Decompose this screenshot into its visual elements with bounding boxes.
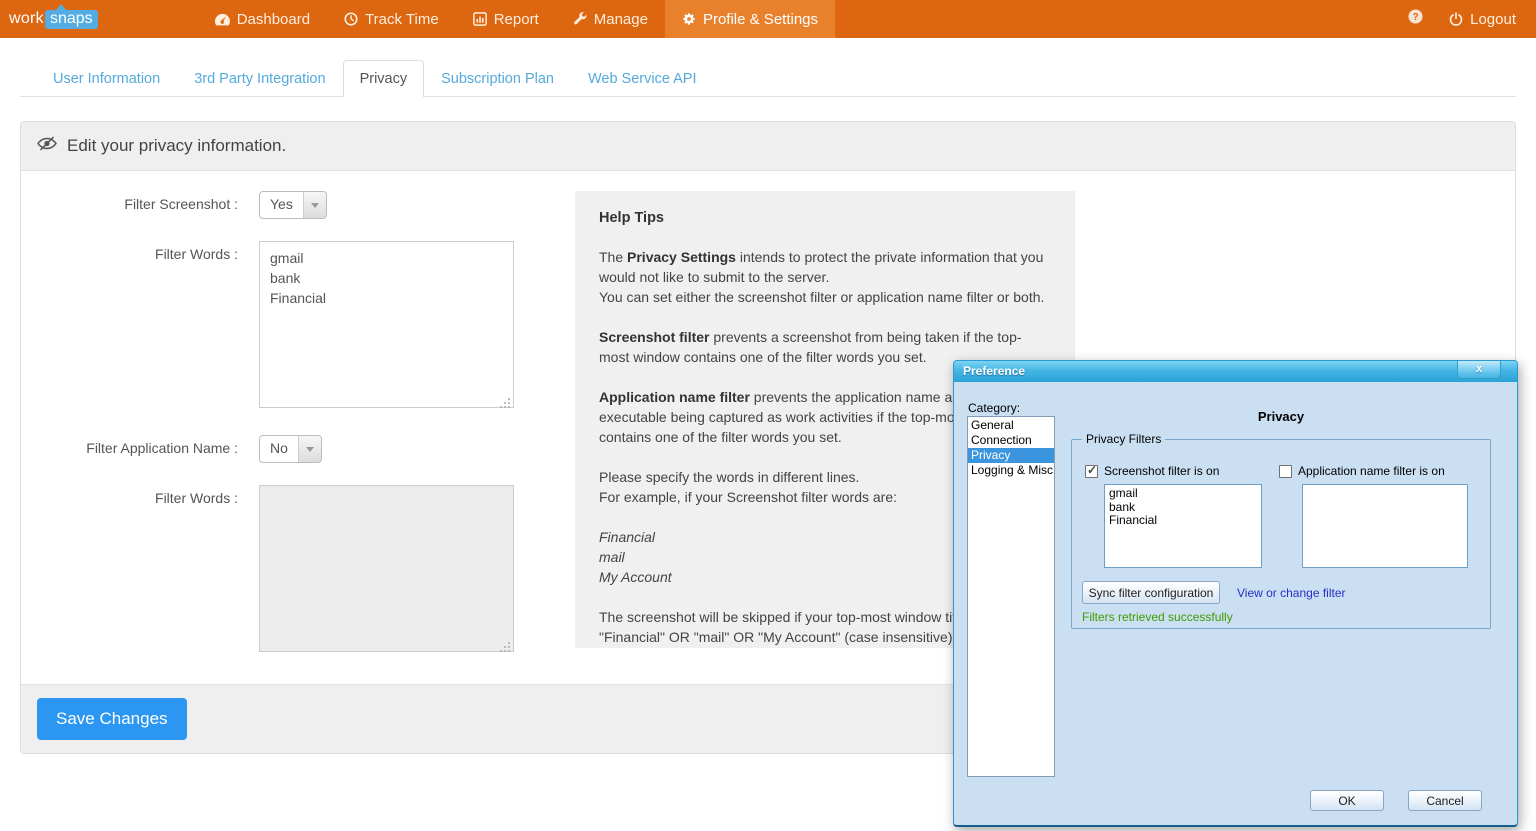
- category-item-general[interactable]: General: [968, 418, 1054, 433]
- help-paragraph: The Privacy Settings intends to protect …: [599, 247, 1051, 307]
- tab-subscription-plan[interactable]: Subscription Plan: [424, 60, 571, 97]
- panel-title: Edit your privacy information.: [67, 136, 286, 156]
- nav-item-manage[interactable]: Manage: [556, 0, 665, 38]
- application-name-filter-checkbox-row[interactable]: Application name filter is on: [1279, 464, 1445, 478]
- select-value: No: [260, 436, 298, 462]
- logout-label: Logout: [1470, 11, 1516, 28]
- chevron-down-icon: [303, 192, 326, 218]
- filter-words-label: Filter Words :: [21, 241, 238, 413]
- nav-label: Report: [494, 11, 539, 28]
- main-nav: Dashboard Track Time Report Manage Profi…: [198, 0, 835, 38]
- filter-screenshot-select[interactable]: Yes: [259, 191, 327, 219]
- sync-filter-configuration-button[interactable]: Sync filter configuration: [1082, 581, 1220, 604]
- filter-words-2-label: Filter Words :: [21, 485, 238, 657]
- filter-application-name-select[interactable]: No: [259, 435, 322, 463]
- screenshot-filter-checkbox-row[interactable]: Screenshot filter is on: [1085, 464, 1219, 478]
- nav-label: Profile & Settings: [703, 11, 818, 28]
- close-icon[interactable]: x: [1457, 361, 1501, 379]
- logo-text-work: work: [9, 10, 44, 28]
- clock-icon: [344, 12, 358, 26]
- help-button[interactable]: ?: [1408, 9, 1423, 29]
- question-circle-icon: ?: [1408, 9, 1423, 29]
- preference-dialog: Preference x Category: General Connectio…: [953, 360, 1518, 827]
- nav-item-profile-settings[interactable]: Profile & Settings: [665, 0, 835, 38]
- dashboard-icon: [215, 13, 230, 26]
- filters-status-text: Filters retrieved successfully: [1082, 610, 1233, 624]
- dialog-page-title: Privacy: [1071, 409, 1491, 424]
- power-icon: [1449, 12, 1463, 26]
- nav-label: Manage: [594, 11, 648, 28]
- checkbox-unchecked-icon[interactable]: [1279, 465, 1292, 478]
- nav-label: Dashboard: [237, 11, 310, 28]
- settings-tab-bar: User Information 3rd Party Integration P…: [20, 60, 1516, 97]
- svg-text:?: ?: [1413, 12, 1419, 23]
- navbar-right: ? Logout: [1408, 0, 1536, 38]
- nav-item-report[interactable]: Report: [456, 0, 556, 38]
- groupbox-label: Privacy Filters: [1082, 432, 1165, 446]
- wrench-icon: [573, 12, 587, 26]
- nav-label: Track Time: [365, 11, 439, 28]
- ok-button[interactable]: OK: [1310, 790, 1384, 811]
- privacy-filters-groupbox: Privacy Filters Screenshot filter is on …: [1071, 439, 1491, 629]
- help-tips-title: Help Tips: [599, 208, 1051, 228]
- cancel-button[interactable]: Cancel: [1408, 790, 1482, 811]
- screenshot-filter-words-listbox[interactable]: gmail bank Financial: [1104, 484, 1262, 568]
- top-navbar: work snaps Dashboard Track Time Report M…: [0, 0, 1536, 38]
- checkbox-checked-icon[interactable]: [1085, 465, 1098, 478]
- checkbox-label: Screenshot filter is on: [1104, 464, 1219, 478]
- tab-web-service-api[interactable]: Web Service API: [571, 60, 714, 97]
- filter-words-textarea[interactable]: gmail bank Financial: [259, 241, 514, 408]
- tab-user-information[interactable]: User Information: [36, 60, 177, 97]
- worksnaps-logo[interactable]: work snaps: [0, 0, 98, 38]
- panel-header: Edit your privacy information.: [21, 122, 1515, 171]
- tab-privacy[interactable]: Privacy: [343, 60, 425, 97]
- application-filter-words-listbox[interactable]: [1302, 484, 1468, 568]
- checkbox-label: Application name filter is on: [1298, 464, 1445, 478]
- category-item-privacy[interactable]: Privacy: [968, 448, 1054, 463]
- category-item-connection[interactable]: Connection: [968, 433, 1054, 448]
- view-or-change-filter-link[interactable]: View or change filter: [1237, 586, 1346, 600]
- filter-application-name-label: Filter Application Name :: [21, 435, 238, 463]
- list-item[interactable]: gmail: [1109, 487, 1257, 501]
- list-item[interactable]: bank: [1109, 501, 1257, 515]
- gear-icon: [682, 12, 696, 26]
- chevron-down-icon: [298, 436, 321, 462]
- bar-chart-icon: [473, 12, 487, 26]
- select-value: Yes: [260, 192, 303, 218]
- filter-screenshot-label: Filter Screenshot :: [21, 191, 238, 219]
- list-item[interactable]: Financial: [1109, 514, 1257, 528]
- logout-button[interactable]: Logout: [1449, 11, 1516, 28]
- dialog-titlebar[interactable]: Preference: [954, 361, 1517, 382]
- filter-words-2-textarea: [259, 485, 514, 652]
- eye-slash-icon: [37, 135, 57, 157]
- save-changes-button[interactable]: Save Changes: [37, 698, 187, 740]
- category-label: Category:: [968, 401, 1020, 415]
- logo-badge-snaps: snaps: [45, 10, 98, 29]
- nav-item-dashboard[interactable]: Dashboard: [198, 0, 327, 38]
- category-item-logging-misc[interactable]: Logging & Misc: [968, 463, 1054, 478]
- nav-item-track-time[interactable]: Track Time: [327, 0, 456, 38]
- category-listbox: General Connection Privacy Logging & Mis…: [967, 416, 1055, 777]
- tab-3rd-party-integration[interactable]: 3rd Party Integration: [177, 60, 342, 97]
